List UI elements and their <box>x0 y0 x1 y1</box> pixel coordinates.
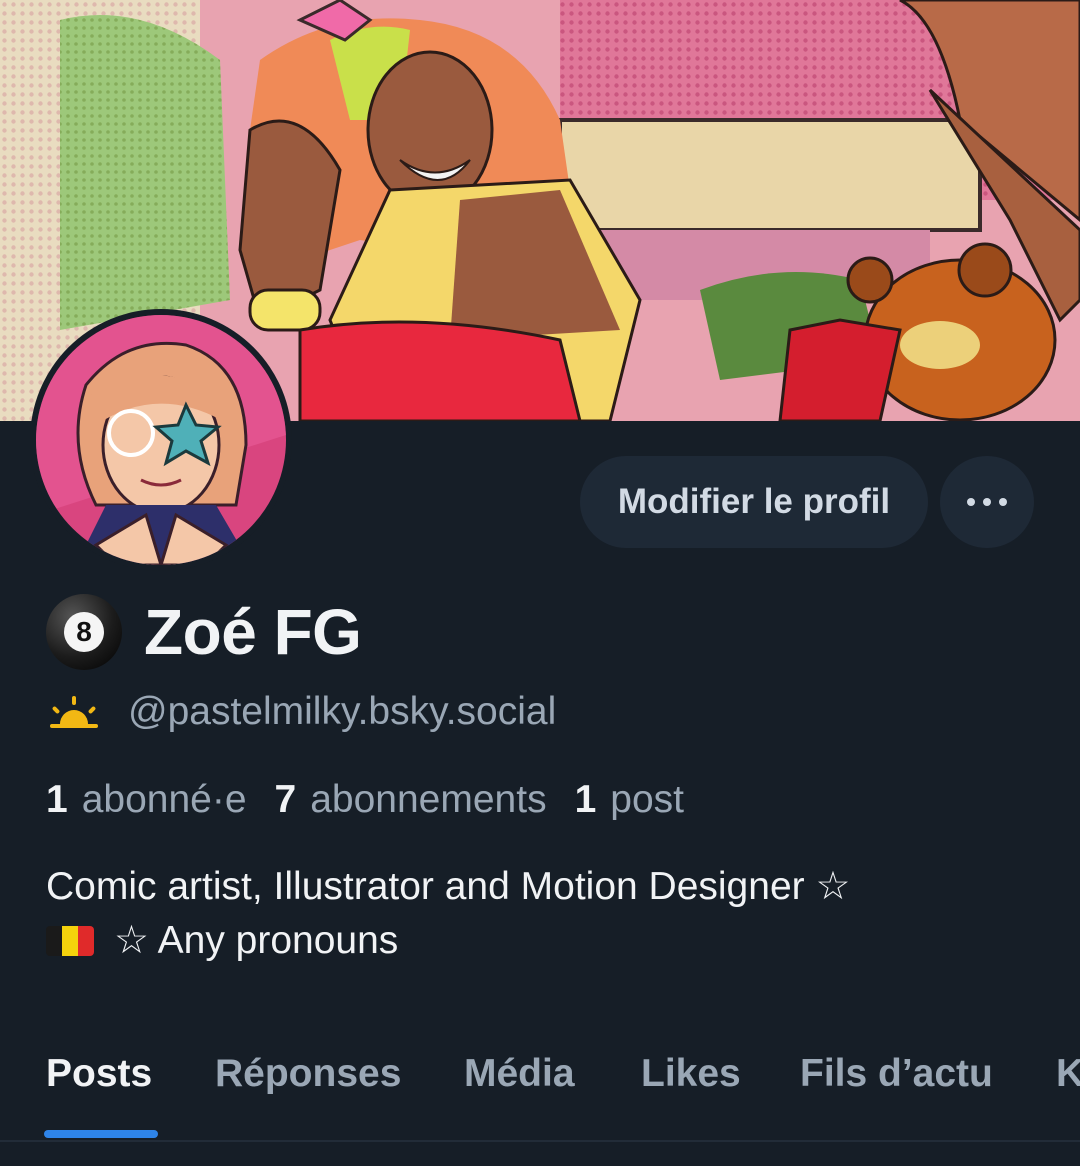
tab-likes[interactable]: Likes <box>641 1052 741 1096</box>
posts-stat: 1 post <box>575 778 684 822</box>
sunrise-icon <box>50 696 98 728</box>
edit-profile-button[interactable]: Modifier le profil <box>580 456 928 548</box>
display-name-row: 8 Zoé FG <box>46 592 362 672</box>
more-horizontal-icon <box>967 498 1007 506</box>
tab-media[interactable]: Média <box>464 1052 575 1096</box>
belgium-flag-icon <box>46 926 94 956</box>
tab-posts[interactable]: Posts <box>46 1052 152 1096</box>
handle-text[interactable]: @pastelmilky.bsky.social <box>128 690 556 734</box>
bio-line-1: Comic artist, Illustrator and Motion Des… <box>46 865 851 908</box>
tab-next-truncated[interactable]: K <box>1056 1052 1080 1096</box>
profile-bio: Comic artist, Illustrator and Motion Des… <box>46 860 1036 968</box>
following-count: 7 <box>274 778 297 821</box>
tab-replies[interactable]: Réponses <box>215 1052 401 1096</box>
following-link[interactable]: 7 abonnements <box>275 778 547 822</box>
active-tab-indicator <box>44 1130 158 1138</box>
posts-label: post <box>610 778 684 821</box>
followers-link[interactable]: 1 abonné·e <box>46 778 247 822</box>
tab-feeds[interactable]: Fils d’actu <box>800 1052 993 1096</box>
handle-row: @pastelmilky.bsky.social <box>46 684 556 740</box>
posts-count: 1 <box>574 778 597 821</box>
display-name: Zoé FG <box>144 596 362 668</box>
following-label: abonnements <box>310 778 547 821</box>
followers-label: abonné·e <box>81 778 247 821</box>
profile-tabs: Posts Réponses Média Likes Fils d’actu K <box>0 1040 1080 1142</box>
avatar[interactable] <box>30 309 292 571</box>
more-options-button[interactable] <box>940 456 1034 548</box>
bio-line-2: ☆ Any pronouns <box>114 919 399 962</box>
followers-count: 1 <box>46 778 68 821</box>
8-ball-icon: 8 <box>46 594 122 670</box>
profile-stats: 1 abonné·e 7 abonnements 1 post <box>46 770 712 830</box>
